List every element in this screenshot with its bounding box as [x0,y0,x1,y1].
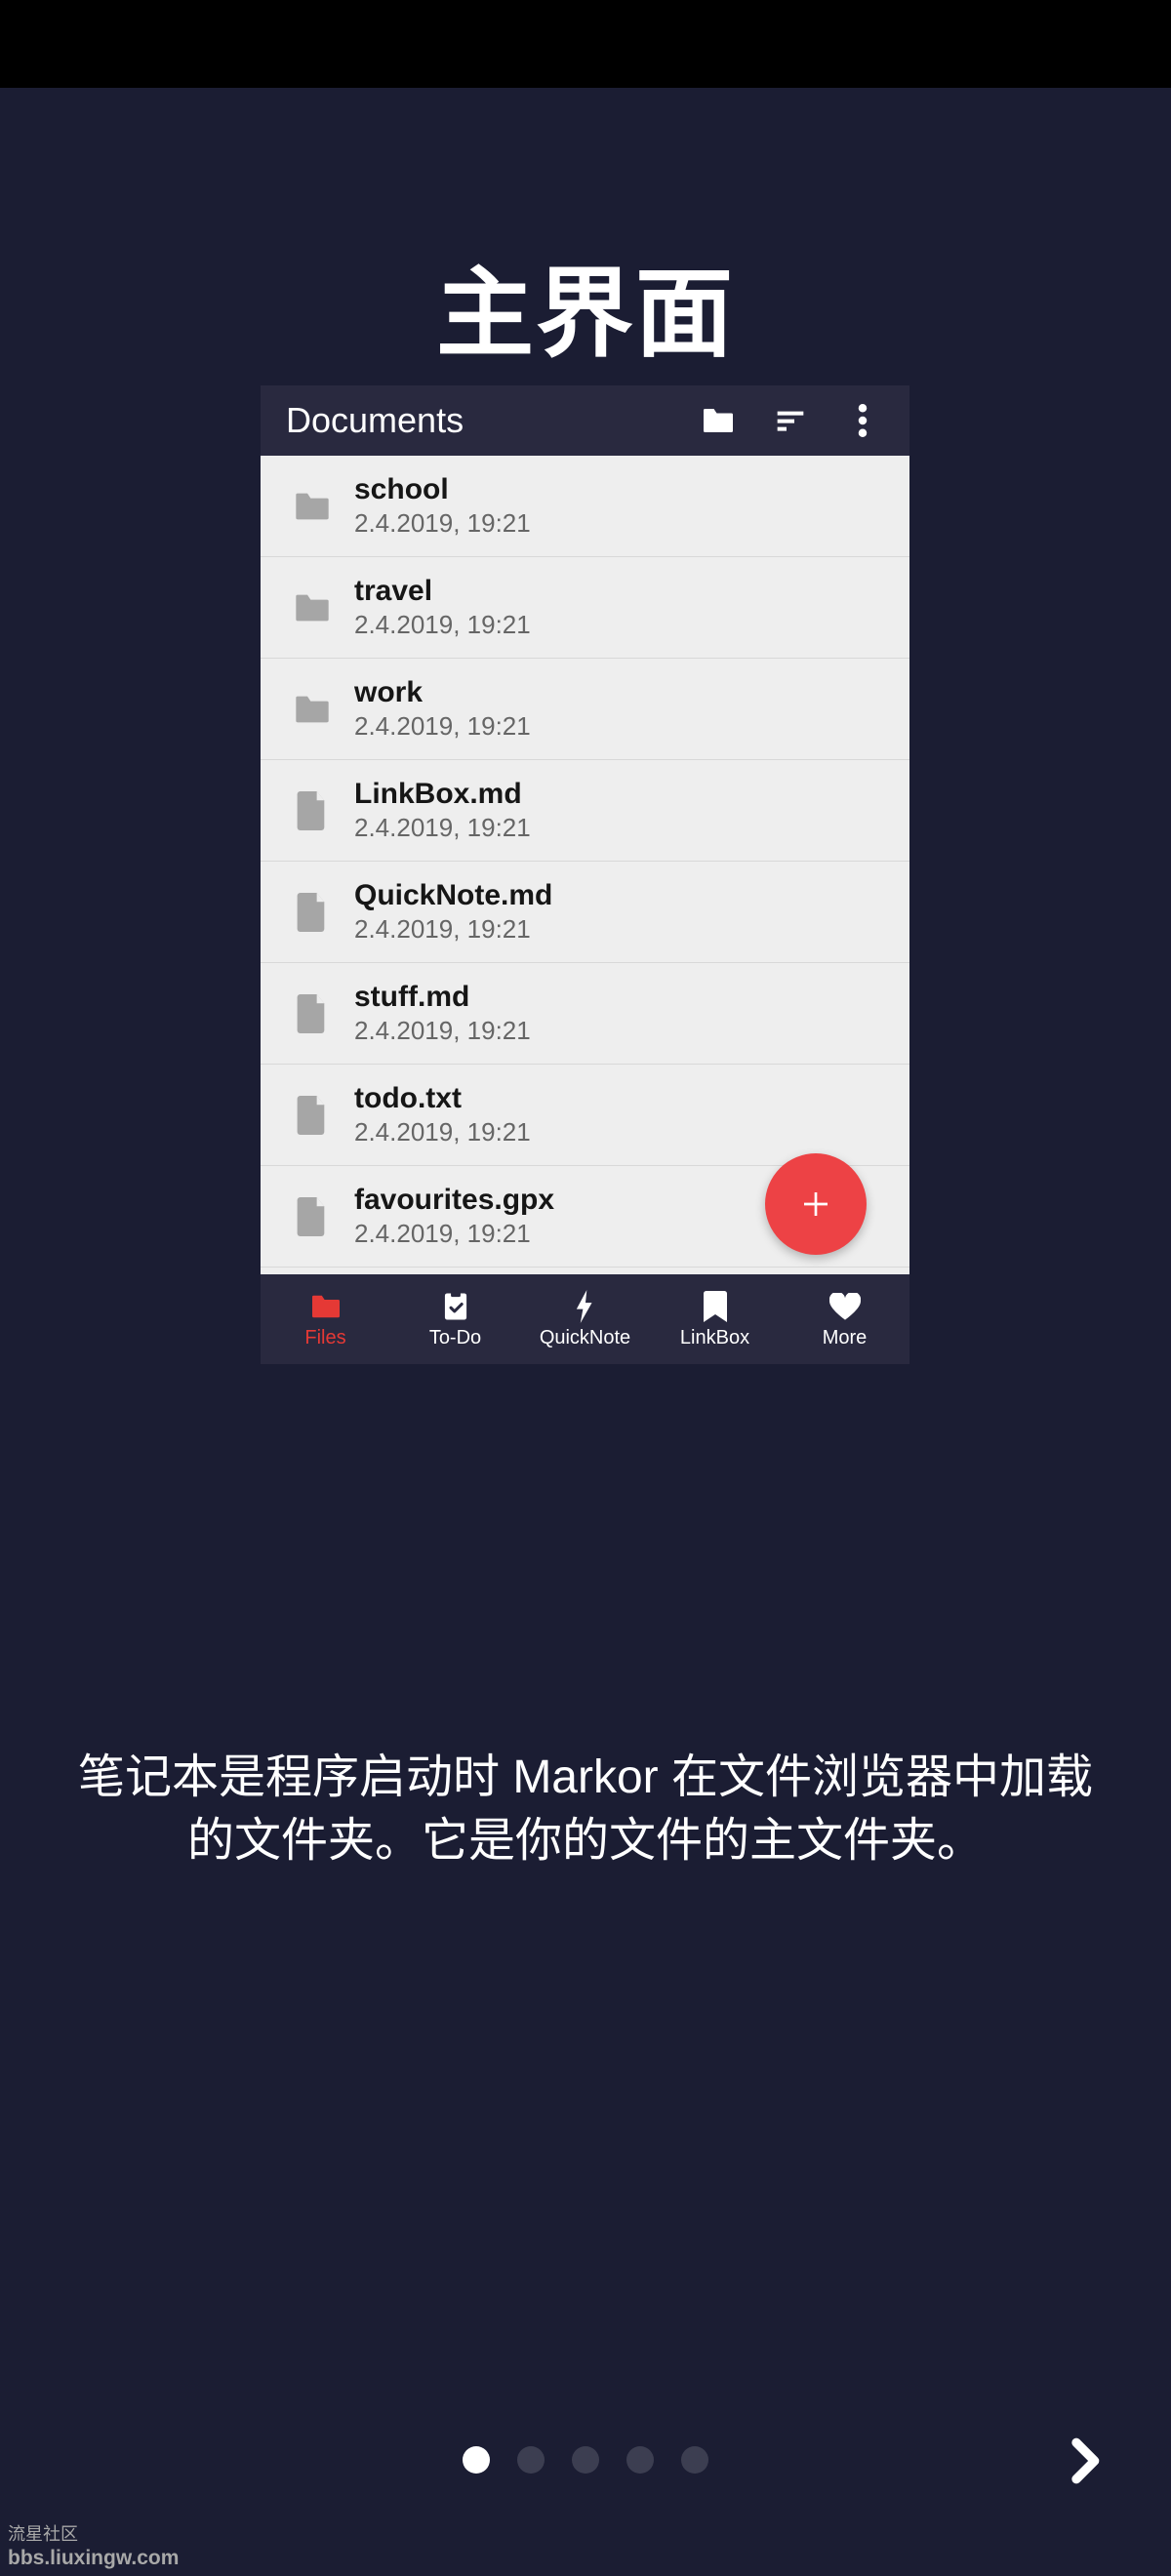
file-name: LinkBox.md [354,778,531,811]
nav-more[interactable]: More [780,1274,909,1364]
file-meta: work2.4.2019, 19:21 [346,676,531,742]
file-name: travel [354,575,531,608]
app-mockup: Documents school2.4.2019, 19:21travel2.4… [261,385,909,1088]
nav-quicknote[interactable]: QuickNote [520,1274,650,1364]
file-row[interactable]: QuickNote.md2.4.2019, 19:21 [261,862,909,963]
overflow-menu-icon[interactable] [835,393,890,448]
file-icon [278,994,346,1033]
clipboard-icon [442,1290,469,1323]
file-row[interactable]: stuff.md2.4.2019, 19:21 [261,963,909,1065]
page-dot[interactable] [681,2446,708,2474]
next-button[interactable] [1056,2434,1110,2493]
nav-label: Files [304,1327,345,1349]
nav-label: More [823,1327,868,1349]
page-dot[interactable] [517,2446,545,2474]
nav-label: LinkBox [680,1327,749,1349]
file-row[interactable]: gnass kdhx [261,1268,909,1274]
file-list[interactable]: school2.4.2019, 19:21travel2.4.2019, 19:… [261,456,909,1274]
file-name: favourites.gpx [354,1184,554,1217]
file-name: QuickNote.md [354,879,552,912]
file-date: 2.4.2019, 19:21 [354,1117,531,1147]
file-meta: todo.txt2.4.2019, 19:21 [346,1082,531,1147]
nav-label: QuickNote [540,1327,630,1349]
file-meta: QuickNote.md2.4.2019, 19:21 [346,879,552,945]
file-date: 2.4.2019, 19:21 [354,711,531,742]
nav-linkbox[interactable]: LinkBox [650,1274,780,1364]
watermark-line1: 流星社区 [8,2524,179,2546]
file-name: work [354,676,531,709]
file-row[interactable]: LinkBox.md2.4.2019, 19:21 [261,760,909,862]
page-title: 主界面 [0,234,1171,376]
bolt-icon [576,1290,595,1323]
page-dot[interactable] [626,2446,654,2474]
file-date: 2.4.2019, 19:21 [354,813,531,843]
file-name: school [354,473,531,506]
file-icon [278,791,346,830]
file-meta: favourites.gpx2.4.2019, 19:21 [346,1184,554,1249]
app-topbar: Documents [261,385,909,456]
bookmark-icon [704,1290,727,1323]
file-meta: stuff.md2.4.2019, 19:21 [346,981,531,1046]
nav-files[interactable]: Files [261,1274,390,1364]
file-icon [278,893,346,932]
topbar-title: Documents [286,400,673,441]
heart-icon [829,1290,861,1323]
folder-icon [278,490,346,523]
file-meta: LinkBox.md2.4.2019, 19:21 [346,778,531,843]
file-meta: school2.4.2019, 19:21 [346,473,531,539]
folder-icon[interactable] [691,393,746,448]
page-dot[interactable] [572,2446,599,2474]
file-date: 2.4.2019, 19:21 [354,1016,531,1046]
file-meta: travel2.4.2019, 19:21 [346,575,531,640]
sort-icon[interactable] [763,393,818,448]
file-icon [278,1197,346,1236]
file-row[interactable]: work2.4.2019, 19:21 [261,659,909,760]
add-button[interactable] [765,1153,867,1255]
page-indicator [0,2446,1171,2474]
page-description: 笔记本是程序启动时 Markor 在文件浏览器中加载的文件夹。它是你的文件的主文… [0,1747,1171,1873]
bottom-nav: Files To-Do QuickNote LinkBox More [261,1274,909,1364]
nav-label: To-Do [429,1327,481,1349]
watermark-line2: bbs.liuxingw.com [8,2546,179,2570]
folder-icon [278,591,346,624]
file-date: 2.4.2019, 19:21 [354,914,552,945]
watermark: 流星社区 bbs.liuxingw.com [8,2524,179,2570]
file-date: 2.4.2019, 19:21 [354,508,531,539]
file-date: 2.4.2019, 19:21 [354,610,531,640]
file-name: stuff.md [354,981,531,1014]
file-row[interactable]: school2.4.2019, 19:21 [261,456,909,557]
onboarding-screen: 主界面 Documents school2.4.2019, 19:21trave… [0,88,1171,2576]
file-icon [278,1096,346,1135]
folder-icon [278,693,346,726]
file-date: 2.4.2019, 19:21 [354,1219,554,1249]
file-row[interactable]: todo.txt2.4.2019, 19:21 [261,1065,909,1166]
file-name: todo.txt [354,1082,531,1115]
page-dot[interactable] [463,2446,490,2474]
nav-to-do[interactable]: To-Do [390,1274,520,1364]
folder-icon [309,1290,343,1323]
file-row[interactable]: travel2.4.2019, 19:21 [261,557,909,659]
